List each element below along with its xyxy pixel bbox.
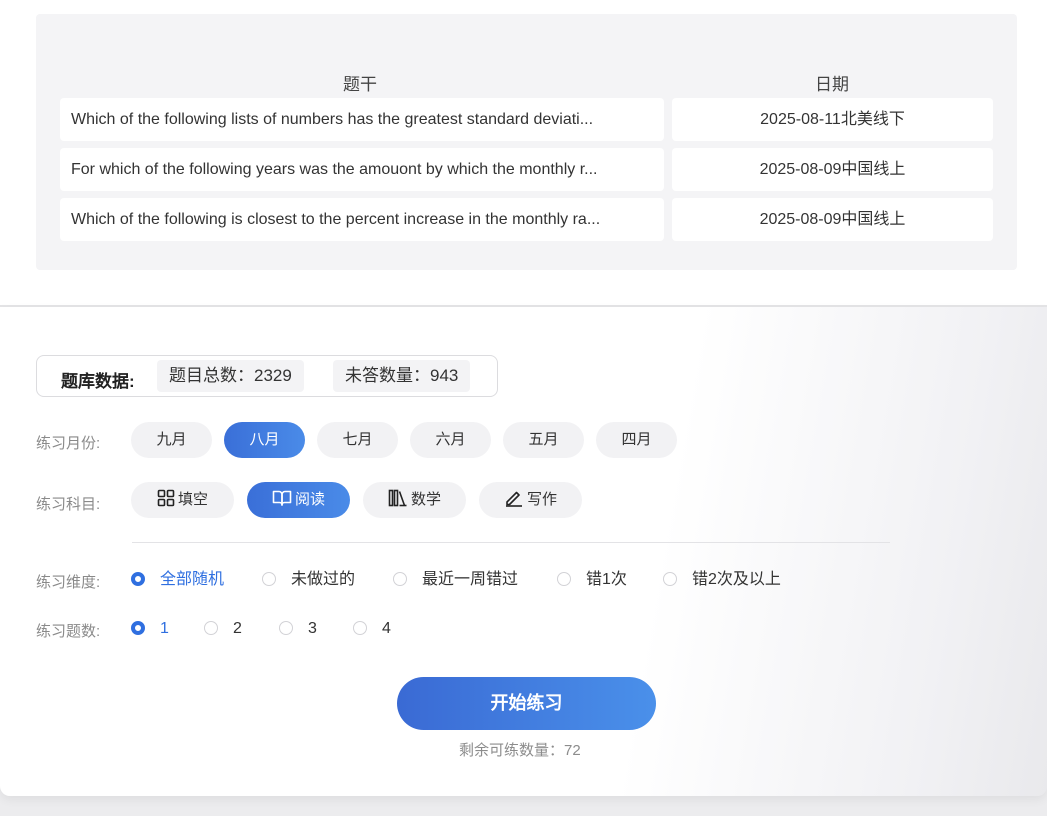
date-cell: 2025-08-09中国线上 <box>672 148 993 191</box>
radio-label: 全部随机 <box>160 571 225 588</box>
radio-label: 错2次及以上 <box>692 571 781 588</box>
radio-label: 3 <box>308 620 317 637</box>
question-cell[interactable]: For which of the following years was the… <box>60 148 664 191</box>
radio-label: 1 <box>160 620 169 637</box>
grid-icon <box>157 485 175 521</box>
radio-unchecked-icon <box>204 621 218 635</box>
month-chip-apr[interactable]: 四月 <box>596 422 677 458</box>
subject-chip-label: 阅读 <box>294 491 325 508</box>
question-cell[interactable]: Which of the following lists of numbers … <box>60 98 664 141</box>
radio-label: 2 <box>233 620 242 637</box>
month-chip-jul[interactable]: 七月 <box>317 422 398 458</box>
subject-chip-label: 填空 <box>177 491 208 508</box>
month-chip-sep[interactable]: 九月 <box>131 422 212 458</box>
radio-label: 错1次 <box>586 571 627 588</box>
radio-label: 未做过的 <box>291 571 356 588</box>
remaining-count: 剩余可练数量：72 <box>459 742 581 759</box>
stats-label: 题库数据: <box>61 372 135 391</box>
radio-checked-icon <box>131 621 145 635</box>
total-count: 题目总数：2329 <box>157 360 304 392</box>
radio-unchecked-icon <box>279 621 293 635</box>
column-header-question: 题干 <box>343 75 377 94</box>
count-label: 练习题数: <box>36 623 101 640</box>
subject-chip-reading[interactable]: 阅读 <box>247 482 350 518</box>
practice-panel: 题库数据: 题目总数：2329 未答数量：943 练习月份: 九月 八月 七月 … <box>0 307 1047 796</box>
radio-unchecked-icon <box>262 572 276 586</box>
subject-label: 练习科目: <box>36 496 101 513</box>
radio-label: 4 <box>382 620 391 637</box>
date-cell: 2025-08-11北美线下 <box>672 98 993 141</box>
question-bank-stats: 题库数据: 题目总数：2329 未答数量：943 <box>36 355 498 397</box>
month-chip-may[interactable]: 五月 <box>503 422 584 458</box>
books-icon <box>388 485 408 521</box>
subject-chip-math[interactable]: 数学 <box>363 482 466 518</box>
book-icon <box>272 485 292 521</box>
radio-unchecked-icon <box>393 572 407 586</box>
radio-unchecked-icon <box>557 572 571 586</box>
subject-chip-writing[interactable]: 写作 <box>479 482 582 518</box>
unanswered-count: 未答数量：943 <box>333 360 471 392</box>
radio-label: 最近一周错过 <box>422 571 519 588</box>
options-divider <box>132 542 890 543</box>
date-cell: 2025-08-09中国线上 <box>672 198 993 241</box>
month-chip-jun[interactable]: 六月 <box>410 422 491 458</box>
dimension-label: 练习维度: <box>36 574 101 591</box>
radio-unchecked-icon <box>663 572 677 586</box>
start-practice-button[interactable]: 开始练习 <box>397 677 656 730</box>
month-chip-aug[interactable]: 八月 <box>224 422 305 458</box>
pen-icon <box>504 485 524 521</box>
history-table: 题干 日期 Which of the following lists of nu… <box>36 14 1017 270</box>
question-cell[interactable]: Which of the following is closest to the… <box>60 198 664 241</box>
column-header-date: 日期 <box>815 75 849 94</box>
radio-unchecked-icon <box>353 621 367 635</box>
radio-checked-icon <box>131 572 145 586</box>
subject-chip-fill[interactable]: 填空 <box>131 482 234 518</box>
month-label: 练习月份: <box>36 435 101 452</box>
subject-chip-label: 写作 <box>526 491 557 508</box>
subject-chip-label: 数学 <box>410 491 441 508</box>
history-section: 题干 日期 Which of the following lists of nu… <box>0 0 1047 305</box>
